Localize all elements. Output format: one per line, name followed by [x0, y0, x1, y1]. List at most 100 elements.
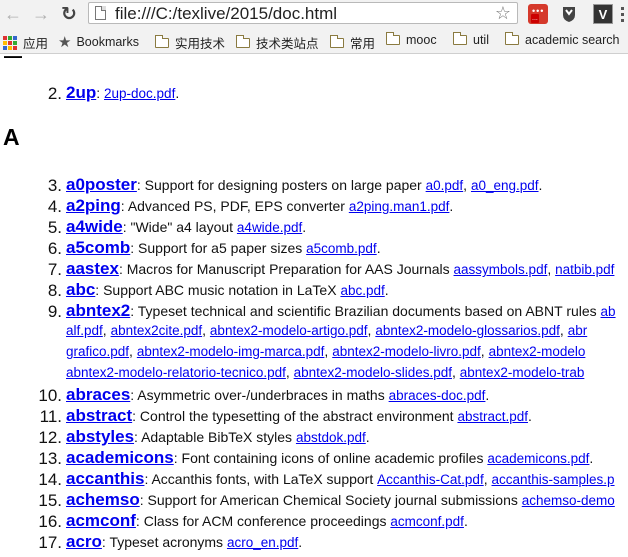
- separator: :: [120, 198, 128, 214]
- extension-shield-button[interactable]: [559, 4, 579, 24]
- bookmark-star-icon[interactable]: ☆: [495, 3, 511, 24]
- list-item: abstyles: Adaptable BibTeX styles abstdo…: [66, 427, 370, 447]
- package-link[interactable]: aastex: [66, 259, 119, 278]
- bookmarks-bar: 应用 ★ Bookmarks 实用技术 技术类站点 常用 mooc util a…: [0, 28, 628, 54]
- package-description: Accanthis fonts, with LaTeX support: [151, 471, 378, 487]
- trail: .: [302, 219, 307, 235]
- url-text[interactable]: file:///C:/texlive/2015/doc.html: [115, 4, 337, 24]
- separator: :: [130, 303, 138, 319]
- extension-badge: ...: [531, 14, 539, 23]
- separator: ,: [129, 343, 137, 359]
- package-description: Font containing icons of online academic…: [181, 450, 488, 466]
- doc-link[interactable]: abntex2-modelo-artigo.pdf: [210, 323, 368, 338]
- bookmark-label: util: [473, 33, 489, 47]
- doc-link[interactable]: abntex2-modelo-livro.pdf: [332, 344, 481, 359]
- doc-link[interactable]: abntex2-modelo-slides.pdf: [294, 365, 452, 380]
- doc-link[interactable]: abntex2-modelo-img-marca.pdf: [137, 344, 325, 359]
- doc-link[interactable]: acro_en.pdf: [227, 535, 298, 550]
- package-link[interactable]: accanthis: [66, 469, 144, 488]
- doc-link[interactable]: abstdok.pdf: [296, 430, 366, 445]
- bookmark-folder-changyong[interactable]: 常用: [330, 33, 375, 52]
- doc-link[interactable]: abntex2cite.pdf: [111, 323, 203, 338]
- address-bar[interactable]: file:///C:/texlive/2015/doc.html ☆: [88, 2, 518, 24]
- back-button[interactable]: ←: [2, 3, 24, 25]
- trail: .: [527, 408, 532, 424]
- doc-link[interactable]: aassymbols.pdf: [454, 262, 548, 277]
- bookmark-folder-mooc[interactable]: mooc: [386, 32, 437, 47]
- package-link[interactable]: abntex2: [66, 301, 130, 320]
- extension-mail-button[interactable]: ••• ...: [528, 4, 548, 24]
- list-number: 4.: [47, 197, 62, 216]
- doc-link[interactable]: Accanthis-Cat.pdf: [377, 472, 484, 487]
- doc-link[interactable]: achemso-demo: [522, 493, 615, 508]
- package-description: Control the typesetting of the abstract …: [139, 408, 458, 424]
- separator: ,: [285, 364, 294, 380]
- package-link[interactable]: abraces: [66, 385, 130, 404]
- list-number: 16.: [38, 512, 62, 531]
- forward-button[interactable]: →: [30, 3, 52, 25]
- list-item: a2ping: Advanced PS, PDF, EPS converter …: [66, 196, 453, 216]
- package-link[interactable]: acro: [66, 532, 102, 551]
- bookmark-apps[interactable]: 应用: [3, 33, 48, 52]
- package-link[interactable]: a2ping: [66, 196, 121, 215]
- doc-link[interactable]: a0_eng.pdf: [471, 178, 539, 193]
- package-link[interactable]: a5comb: [66, 238, 130, 257]
- bookmark-folder-jishulei-zhandian[interactable]: 技术类站点: [236, 33, 319, 52]
- bookmark-label: 实用技术: [175, 37, 226, 51]
- doc-link[interactable]: abntex2-modelo-trab: [460, 365, 585, 380]
- list-number: 2.: [47, 84, 62, 103]
- doc-links-continuation: abntex2-modelo-relatorio-tecnico.pdf, ab…: [66, 364, 584, 380]
- doc-link[interactable]: abntex2-modelo-glossarios.pdf: [375, 323, 560, 338]
- doc-link[interactable]: grafico.pdf: [66, 344, 129, 359]
- doc-link[interactable]: acmconf.pdf: [390, 514, 464, 529]
- doc-link[interactable]: abstract.pdf: [457, 409, 528, 424]
- package-link[interactable]: a0poster: [66, 175, 137, 194]
- list-item: 2up: 2up-doc.pdf.: [66, 83, 179, 103]
- package-link[interactable]: achemso: [66, 490, 140, 509]
- bookmark-folder-util[interactable]: util: [453, 32, 489, 47]
- package-link[interactable]: abc: [66, 280, 95, 299]
- doc-link[interactable]: abraces-doc.pdf: [389, 388, 486, 403]
- doc-link[interactable]: alf.pdf: [66, 323, 103, 338]
- doc-link[interactable]: ab: [601, 304, 616, 319]
- doc-link[interactable]: a5comb.pdf: [306, 241, 377, 256]
- separator: :: [130, 240, 139, 256]
- package-link[interactable]: 2up: [66, 83, 96, 102]
- bookmark-label: 应用: [23, 37, 49, 51]
- list-number: 7.: [47, 260, 62, 279]
- package-link[interactable]: abstract: [66, 406, 132, 425]
- doc-link[interactable]: 2up-doc.pdf: [104, 86, 175, 101]
- browser-menu-button[interactable]: [616, 4, 628, 24]
- bookmark-bookmarks[interactable]: ★ Bookmarks: [58, 33, 139, 51]
- package-link[interactable]: a4wide: [66, 217, 123, 236]
- package-link[interactable]: acmconf: [66, 511, 136, 530]
- arrow-left-icon: ←: [4, 3, 22, 24]
- list-number: 8.: [47, 281, 62, 300]
- doc-link[interactable]: abntex2-modelo-relatorio-tecnico.pdf: [66, 365, 286, 380]
- package-description: Macros for Manuscript Preparation for AA…: [126, 261, 454, 277]
- doc-link[interactable]: a0.pdf: [426, 178, 464, 193]
- folder-icon: [505, 32, 519, 45]
- doc-link[interactable]: abntex2-modelo: [489, 344, 586, 359]
- doc-link[interactable]: accanthis-samples.p: [491, 472, 614, 487]
- list-item: acmconf: Class for ACM conference procee…: [66, 511, 468, 531]
- bookmark-label: Bookmarks: [76, 35, 139, 49]
- doc-link[interactable]: a4wide.pdf: [237, 220, 302, 235]
- extension-v-button[interactable]: V: [593, 4, 613, 24]
- reload-button[interactable]: ↻: [58, 3, 80, 25]
- package-link[interactable]: abstyles: [66, 427, 134, 446]
- list-number: 14.: [38, 470, 62, 489]
- bookmark-folder-academic-search[interactable]: academic search: [505, 32, 620, 47]
- doc-link[interactable]: abc.pdf: [340, 283, 384, 298]
- doc-link[interactable]: natbib.pdf: [555, 262, 614, 277]
- bookmark-folder-shiyong-jishu[interactable]: 实用技术: [155, 33, 225, 52]
- package-description: Asymmetric over-/underbraces in maths: [137, 387, 389, 403]
- package-description: Support for American Chemical Society jo…: [147, 492, 522, 508]
- doc-link[interactable]: a2ping.man1.pdf: [349, 199, 450, 214]
- page-content: — 2. 2up: 2up-doc.pdf. A 3. a0poster: Sup…: [0, 54, 628, 557]
- doc-link[interactable]: academicons.pdf: [487, 451, 589, 466]
- list-number: 17.: [38, 533, 62, 552]
- doc-link[interactable]: abr: [568, 323, 588, 338]
- browser-toolbar: ← → ↻ file:///C:/texlive/2015/doc.html ☆…: [0, 0, 628, 28]
- package-link[interactable]: academicons: [66, 448, 174, 467]
